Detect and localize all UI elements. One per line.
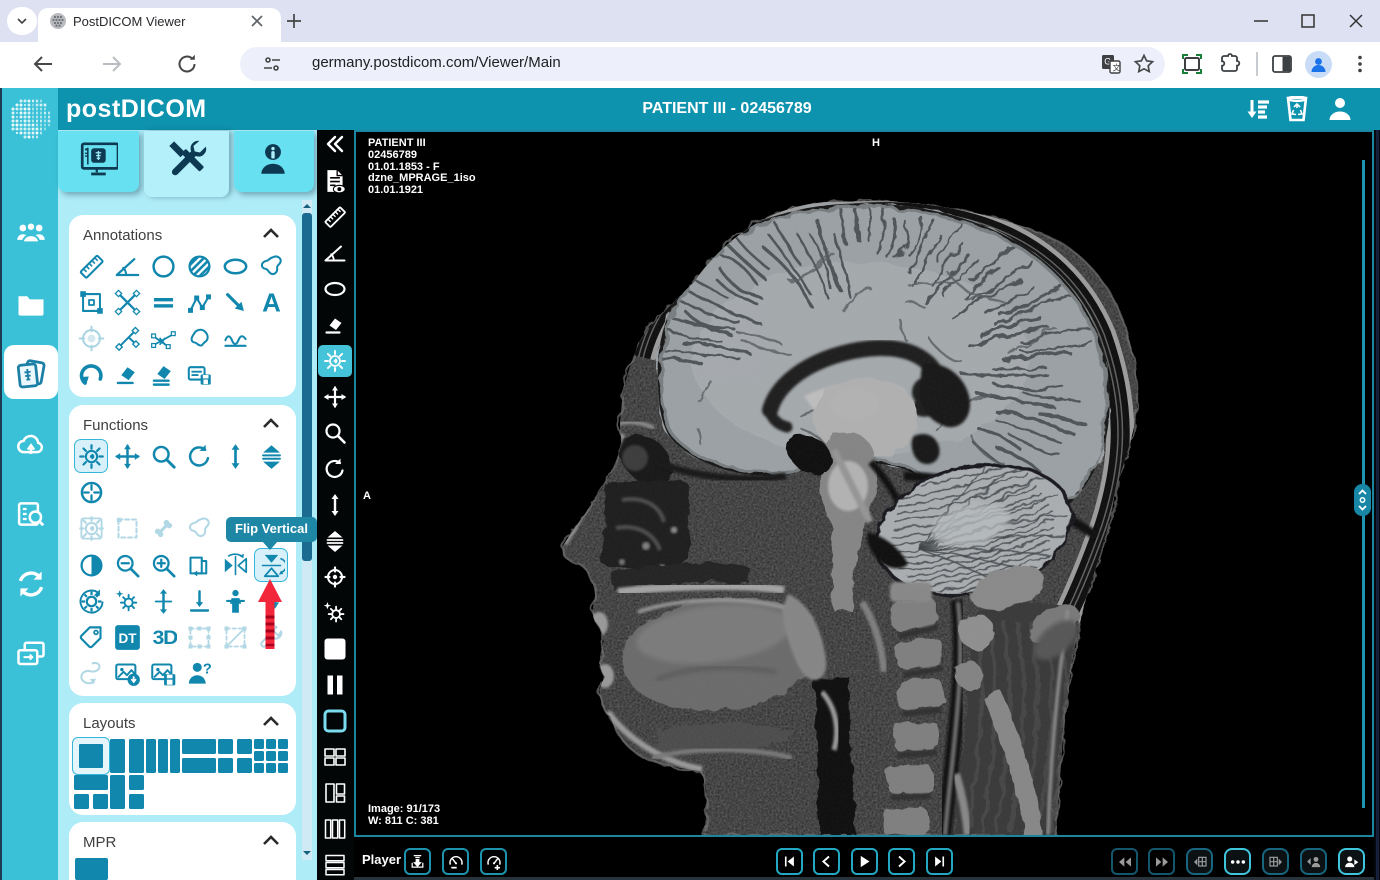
svg-text:文: 文 <box>1113 63 1121 73</box>
svg-text:?: ? <box>203 662 212 678</box>
svg-text:DT: DT <box>119 631 138 646</box>
svg-text:3D: 3D <box>153 628 177 649</box>
svg-text:A: A <box>262 290 281 317</box>
